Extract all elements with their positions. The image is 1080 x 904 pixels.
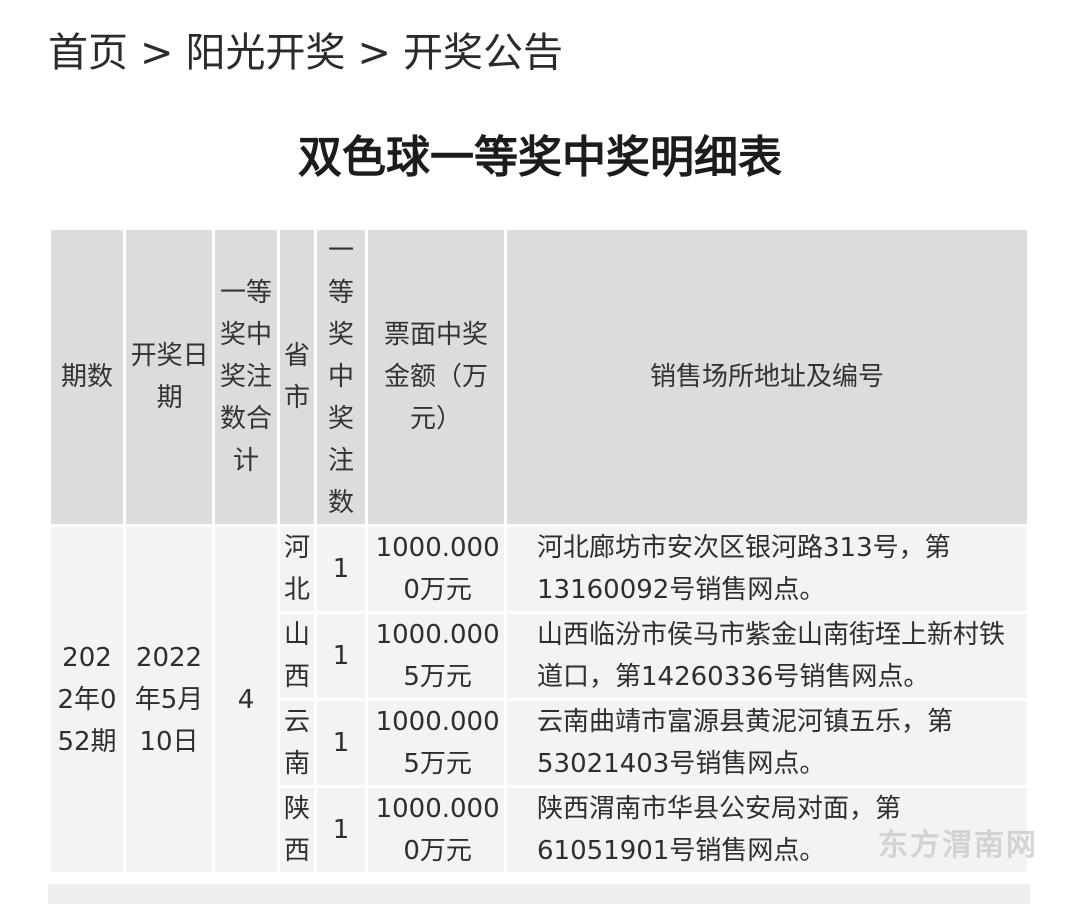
address-cell: 河北廊坊市安次区银河路313号，第13160092号销售网点。 — [507, 527, 1027, 614]
header-date: 开奖日期 — [126, 230, 212, 527]
date-cell: 2022年5月10日 — [126, 527, 212, 875]
amount-cell: 1000.0005万元 — [368, 614, 504, 701]
table-row: 2022年052期 2022年5月10日 4 河北 1 1000.0000万元 … — [51, 527, 1027, 875]
header-province: 省市 — [280, 230, 314, 527]
header-total: 一等奖中奖注数合计 — [215, 230, 277, 527]
count-cell: 1 — [317, 701, 365, 788]
breadcrumb-home-link[interactable]: 首页 — [48, 30, 128, 76]
total-cell: 4 — [215, 527, 277, 875]
breadcrumb-current: 开奖公告 — [403, 30, 564, 76]
next-table-row-partial — [48, 884, 1030, 904]
header-address: 销售场所地址及编号 — [507, 230, 1027, 527]
province-cell: 云南 — [280, 701, 314, 788]
province-cell: 陕西 — [280, 788, 314, 875]
header-amount: 票面中奖金额（万元） — [368, 230, 504, 527]
header-period: 期数 — [51, 230, 123, 527]
header-count: 一等奖中奖注数 — [317, 230, 365, 527]
breadcrumb-sunshine-link[interactable]: 阳光开奖 — [186, 30, 346, 76]
winners-table: 期数 开奖日期 一等奖中奖注数合计 省市 一等奖中奖注数 票面中奖金额（万元） … — [48, 230, 1030, 875]
breadcrumb-separator: > — [140, 30, 174, 76]
amount-cell: 1000.0005万元 — [368, 701, 504, 788]
breadcrumb: 首页 > 阳光开奖 > 开奖公告 — [48, 26, 563, 80]
amount-cell: 1000.0000万元 — [368, 527, 504, 614]
table-header-row: 期数 开奖日期 一等奖中奖注数合计 省市 一等奖中奖注数 票面中奖金额（万元） … — [51, 230, 1027, 527]
count-cell: 1 — [317, 527, 365, 614]
breadcrumb-separator: > — [357, 30, 392, 76]
period-cell: 2022年052期 — [51, 527, 123, 875]
province-cell: 河北 — [280, 527, 314, 614]
amount-cell: 1000.0000万元 — [368, 788, 504, 875]
page-title: 双色球一等奖中奖明细表 — [298, 132, 782, 183]
province-cell: 山西 — [280, 614, 314, 701]
site-watermark: 东方渭南网 — [878, 828, 1038, 863]
count-cell: 1 — [317, 788, 365, 875]
address-cell: 云南曲靖市富源县黄泥河镇五乐，第53021403号销售网点。 — [507, 701, 1027, 788]
address-cell: 山西临汾市侯马市紫金山南街垤上新村铁道口，第14260336号销售网点。 — [507, 614, 1027, 701]
count-cell: 1 — [317, 614, 365, 701]
